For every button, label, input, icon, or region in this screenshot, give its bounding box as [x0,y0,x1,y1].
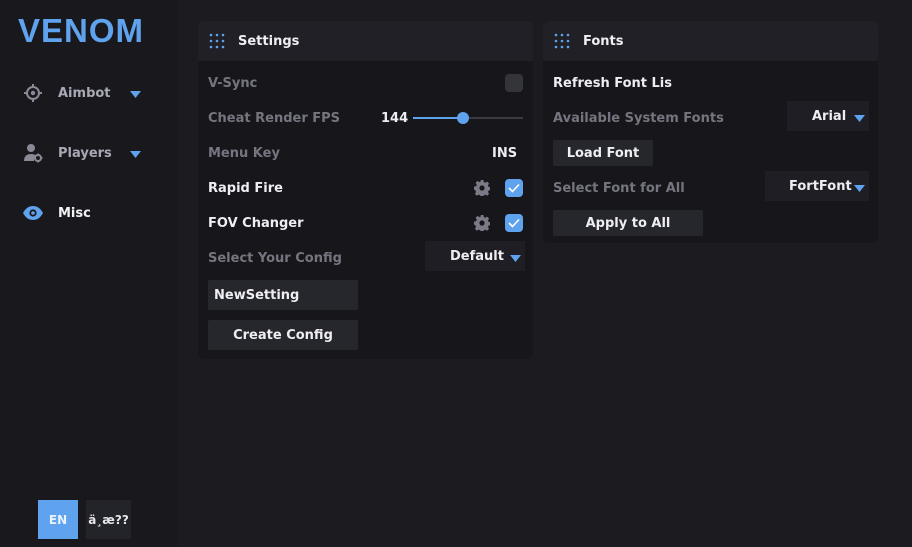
checkmark-icon [508,218,520,228]
eye-icon [22,202,44,224]
rapid-fire-label: Rapid Fire [208,180,283,196]
user-gear-icon [22,142,44,164]
load-font-button[interactable]: Load Font [553,140,653,166]
fonts-panel-header: Fonts [543,21,878,61]
sidebar-item-misc[interactable]: Misc [22,198,152,228]
fov-changer-checkbox[interactable] [505,214,523,232]
available-fonts-label: Available System Fonts [553,110,724,126]
checkmark-icon [508,183,520,193]
vsync-label: V-Sync [208,75,258,91]
gear-icon[interactable] [474,215,490,231]
chevron-down-icon [510,252,521,267]
config-name-input-value: NewSetting [214,287,300,303]
fps-slider-fill [413,117,463,119]
chevron-down-icon [130,88,141,103]
grid-dots-icon [209,33,225,49]
select-font-all-label: Select Font for All [553,180,685,196]
app-logo: VENOM [18,12,145,49]
select-font-all-dropdown[interactable]: FortFont [765,171,869,201]
available-fonts-value: Arial [812,108,847,124]
sidebar-item-label: Players [58,145,112,161]
apply-to-all-button-label: Apply to All [585,215,671,231]
config-dropdown-value: Default [450,248,504,264]
chevron-down-icon [130,148,141,163]
settings-panel-header: Settings [198,21,533,61]
rapid-fire-checkbox[interactable] [505,179,523,197]
vsync-checkbox[interactable] [505,74,523,92]
sidebar-item-label: Misc [58,205,91,221]
fps-label: Cheat Render FPS [208,110,341,126]
panel-title: Settings [238,33,300,49]
fps-slider-handle[interactable] [457,112,469,124]
load-font-button-label: Load Font [566,145,640,161]
chevron-down-icon [854,112,865,127]
fps-value: 144 [381,110,409,126]
grid-dots-icon [554,33,570,49]
available-fonts-dropdown[interactable]: Arial [787,101,869,131]
chevron-down-icon [854,182,865,197]
config-name-input[interactable]: NewSetting [208,280,358,310]
sidebar: VENOM Aimbot Players Misc EN ä¸­æ?? [0,0,178,547]
menu-key-value[interactable]: INS [492,143,517,163]
fov-changer-label: FOV Changer [208,215,304,231]
language-other-button[interactable]: ä¸­æ?? [86,500,131,539]
refresh-font-list-button[interactable]: Refresh Font Lis [553,73,672,93]
sidebar-item-label: Aimbot [58,85,111,101]
create-config-button[interactable]: Create Config [208,320,358,350]
create-config-button-label: Create Config [233,327,333,343]
language-en-button[interactable]: EN [38,500,78,539]
config-label: Select Your Config [208,250,342,266]
sidebar-item-aimbot[interactable]: Aimbot [22,78,152,108]
panel-title: Fonts [583,33,624,49]
fonts-panel: Fonts Refresh Font Lis Available System … [543,21,878,243]
apply-to-all-button[interactable]: Apply to All [553,210,703,236]
config-dropdown[interactable]: Default [425,241,525,271]
crosshair-icon [22,82,44,104]
select-font-all-value: FortFont [789,178,852,194]
settings-panel: Settings V-Sync Cheat Render FPS 144 Men… [198,21,533,359]
sidebar-item-players[interactable]: Players [22,138,152,168]
menu-key-label: Menu Key [208,145,280,161]
gear-icon[interactable] [474,180,490,196]
